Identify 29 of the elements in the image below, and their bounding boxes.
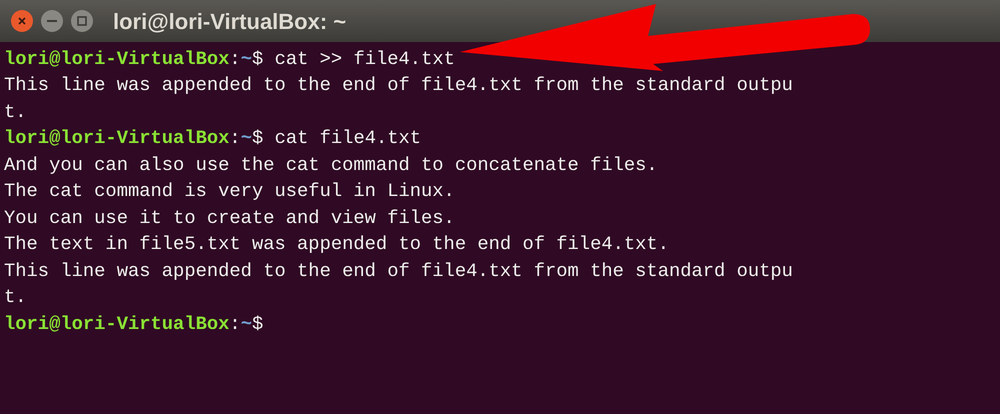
output-line: t. (4, 288, 27, 308)
prompt-colon: : (229, 314, 241, 334)
prompt-path: ~ (240, 50, 252, 69)
prompt-colon: : (229, 129, 241, 148)
close-icon (17, 16, 27, 26)
prompt-user-host: lori@lori-VirtualBox (4, 314, 230, 334)
output-line: This line was appended to the end of file4.txt from the standard outpu (4, 76, 793, 96)
prompt-path: ~ (240, 129, 252, 148)
output-line: And you can also use the cat command to concatenate files. (4, 156, 658, 175)
prompt-user-host: lori@lori-VirtualBox (4, 50, 230, 69)
window-title: lori@lori-VirtualBox: ~ (113, 8, 346, 36)
prompt-symbol: $ (252, 129, 264, 148)
prompt-user-host: lori@lori-VirtualBox (4, 129, 230, 148)
minimize-button[interactable] (41, 10, 63, 32)
minimize-icon (47, 20, 57, 22)
output-line: The cat command is very useful in Linux. (4, 182, 455, 202)
maximize-button[interactable] (71, 10, 93, 32)
output-line: You can use it to create and view files. (4, 208, 455, 228)
prompt-symbol: $ (252, 50, 264, 69)
prompt-path: ~ (240, 314, 252, 334)
command-text: cat >> file4.txt (274, 50, 455, 69)
command-text: cat file4.txt (274, 129, 422, 148)
close-button[interactable] (11, 10, 33, 32)
output-line: This line was appended to the end of file4.txt from the standard outpu (4, 262, 793, 281)
output-line: The text in file5.txt was appended to the end of file4.txt. (4, 235, 669, 254)
maximize-icon (77, 16, 87, 26)
output-line: t. (4, 102, 27, 122)
prompt-colon: : (229, 50, 241, 69)
prompt-symbol: $ (252, 314, 264, 334)
